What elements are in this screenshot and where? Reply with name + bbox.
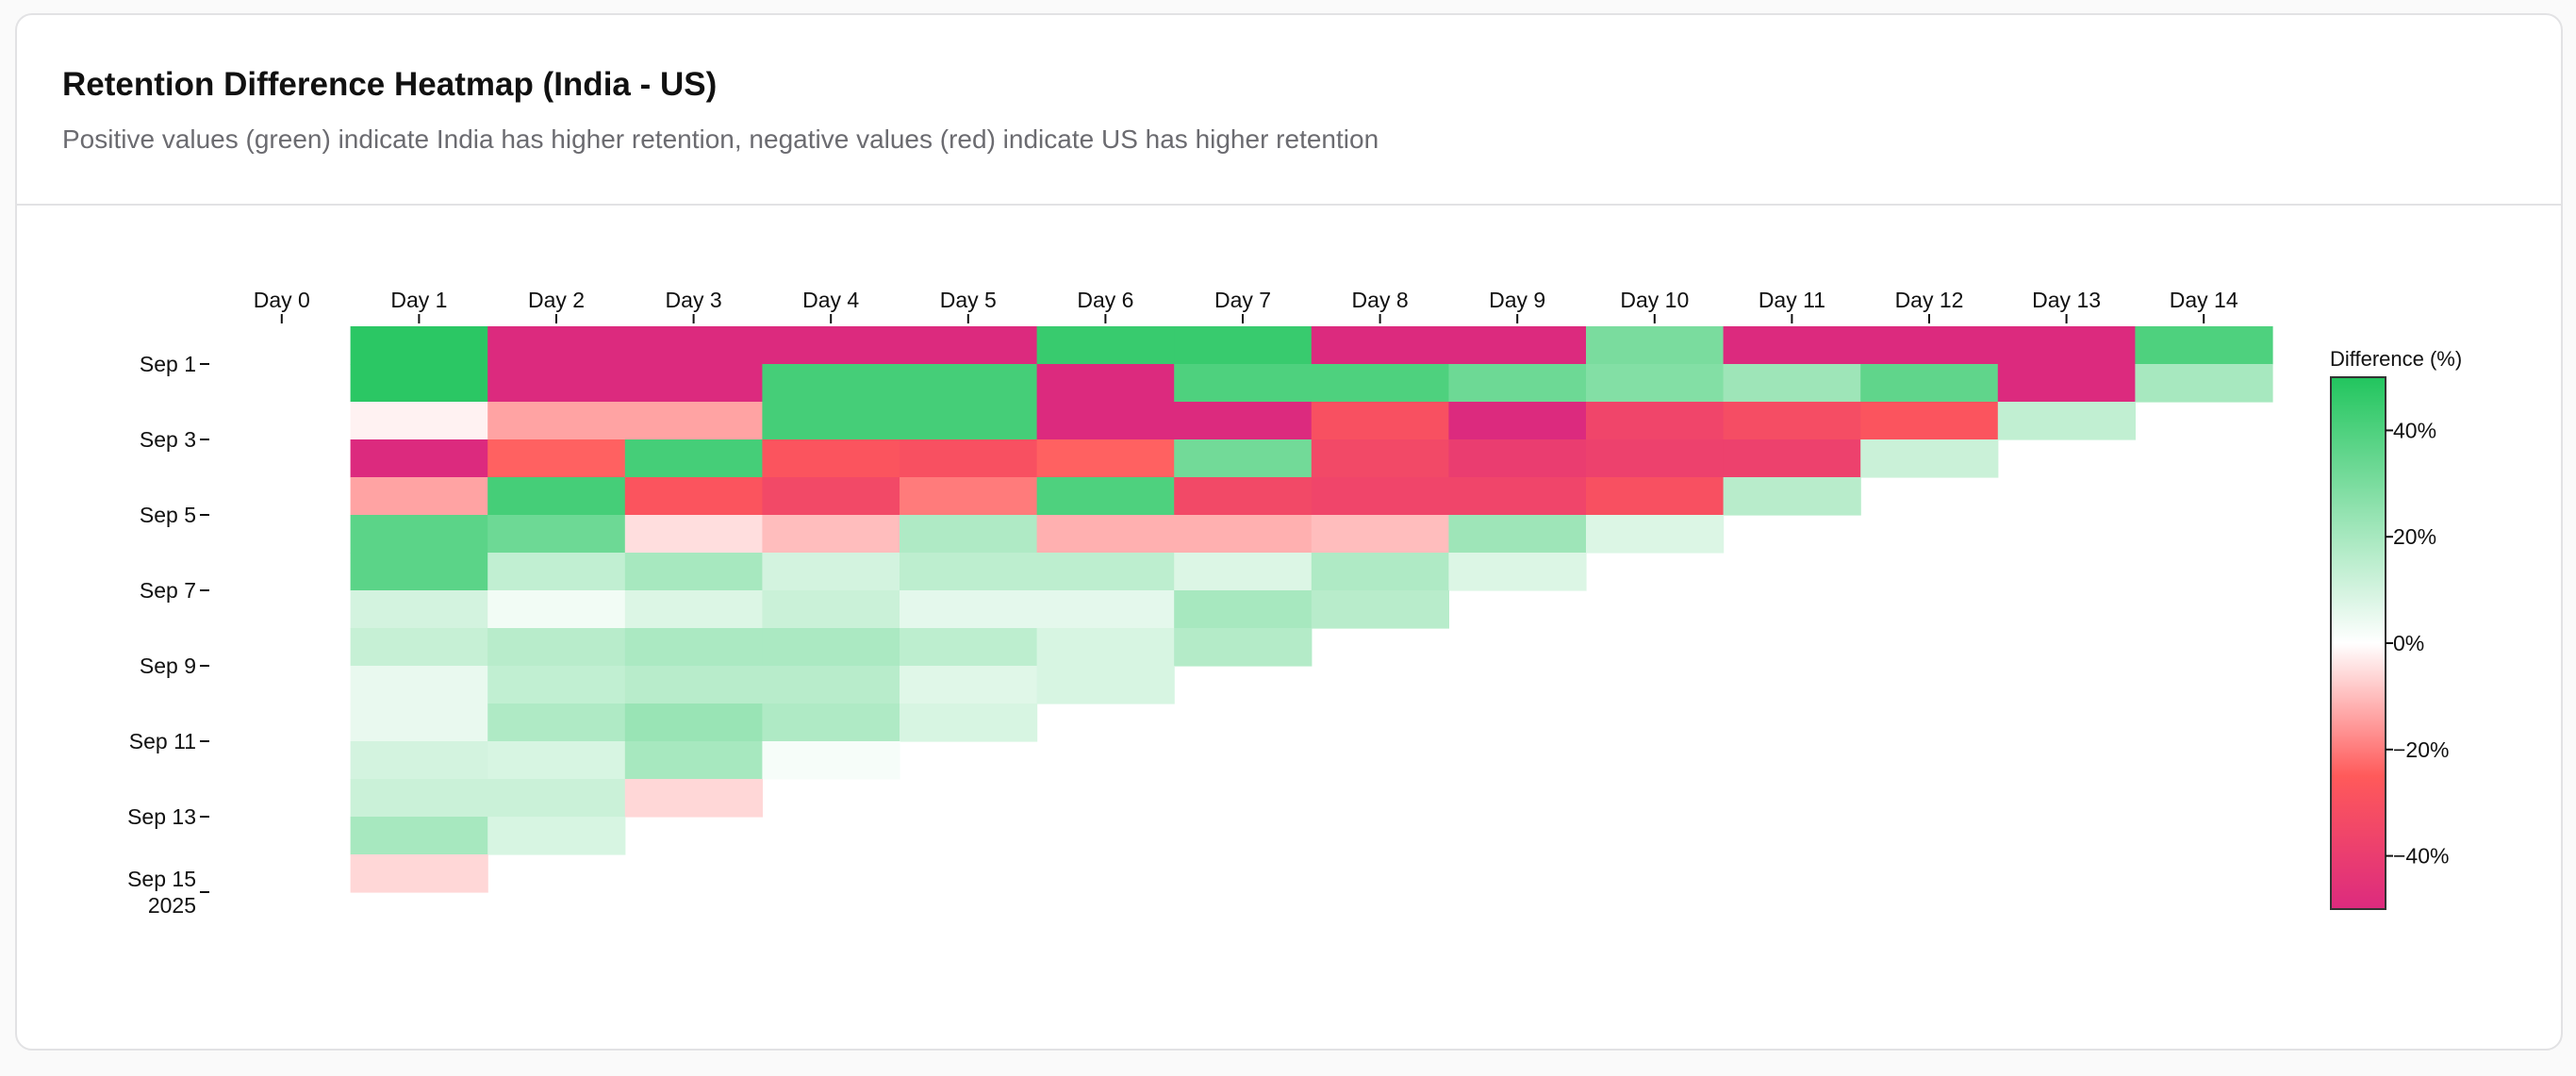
card-header: Retention Difference Heatmap (India - US… [17, 15, 2561, 206]
page-title: Retention Difference Heatmap (India - US… [62, 66, 718, 103]
chart-card: Retention Difference Heatmap (India - US… [15, 13, 2563, 1051]
page-subtitle: Positive values (green) indicate India h… [62, 124, 1379, 154]
